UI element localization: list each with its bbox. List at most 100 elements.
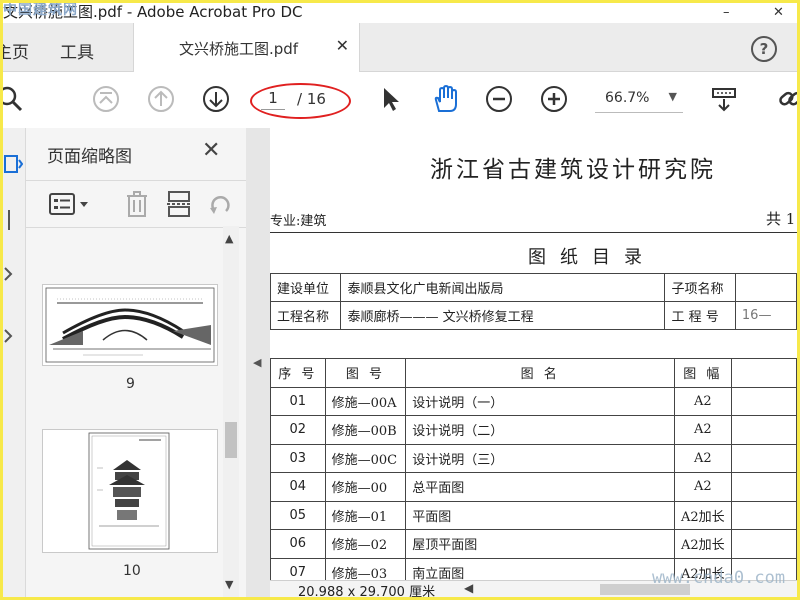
cell-no: 04 <box>270 472 326 502</box>
document-tab-label: 文兴桥施工图.pdf <box>179 40 299 58</box>
panel-scrollbar[interactable]: ▲ ▼ <box>223 226 239 597</box>
document-major: 专业:建筑 <box>270 214 327 229</box>
cell-name: 设计说明（三） <box>405 443 676 473</box>
close-panel-button[interactable]: ✕ <box>202 138 220 163</box>
table-row: 06 修施—02 屋顶平面图 A2加长 <box>270 529 797 559</box>
cell-extra <box>730 443 797 473</box>
directory-title: 图纸目录 <box>528 247 656 268</box>
header-name: 图 名 <box>405 358 676 388</box>
page-thumbnails-icon[interactable] <box>3 152 23 176</box>
panel-title: 页面缩略图 <box>47 147 132 167</box>
info-value <box>734 273 797 302</box>
cell-code: 修施—02 <box>324 529 407 559</box>
cell-name: 总平面图 <box>405 472 676 502</box>
zoom-out-icon[interactable] <box>484 84 514 114</box>
cell-extra <box>730 415 797 445</box>
cell-extra <box>730 386 797 416</box>
cell-name: 屋顶平面图 <box>405 529 676 559</box>
info-label: 子项名称 <box>664 273 736 302</box>
info-value: 16— <box>734 301 797 330</box>
table-row: 04 修施—00 总平面图 A2 <box>270 472 797 502</box>
info-label: 工程名称 <box>270 301 342 330</box>
cell-extra <box>730 529 797 559</box>
watermark-top: 中国建筑网 <box>3 3 78 18</box>
thumbnail-options-icon[interactable] <box>48 191 94 217</box>
minimize-button[interactable]: – <box>723 5 730 20</box>
search-icon[interactable] <box>3 84 25 114</box>
document-total: 共 1 <box>766 210 796 228</box>
scrollbar-thumb[interactable] <box>225 422 237 458</box>
select-cursor-icon[interactable] <box>376 84 406 114</box>
cell-no: 06 <box>270 529 326 559</box>
previous-page-icon[interactable] <box>146 84 176 114</box>
table-row: 建设单位 泰顺县文化广电新闻出版局 子项名称 <box>270 273 797 302</box>
cell-no: 01 <box>270 386 326 416</box>
panel-collapse-handle[interactable]: ◀ <box>246 128 270 597</box>
link-icon[interactable] <box>775 84 797 114</box>
page-size: 20.988 x 29.700 厘米 <box>298 585 436 597</box>
thumbnail-page-10[interactable] <box>42 429 218 553</box>
cell-code: 修施—00 <box>324 472 407 502</box>
info-value: 泰顺廊桥——— 文兴桥修复工程 <box>340 301 666 330</box>
cell-name: 设计说明（二） <box>405 415 676 445</box>
cell-no: 03 <box>270 443 326 473</box>
tab-tools[interactable]: 工具 <box>60 38 94 63</box>
cell-name: 平面图 <box>405 500 676 530</box>
insert-page-icon[interactable] <box>165 190 193 218</box>
rotate-page-icon[interactable] <box>206 190 234 218</box>
cell-extra <box>730 500 797 530</box>
cell-code: 修施—00B <box>324 415 407 445</box>
zoom-value: 66.7% <box>605 90 650 106</box>
header-rule <box>270 232 797 233</box>
thumbnail-panel: 页面缩略图 ✕ 9 10 ▲ ▼ <box>26 128 246 597</box>
close-window-button[interactable]: ✕ <box>773 5 784 20</box>
thumbnail-list: 9 10 ▲ ▼ <box>26 226 246 597</box>
table-row: 02 修施—00B 设计说明（二） A2 <box>270 415 797 445</box>
attachment-icon[interactable] <box>3 262 23 286</box>
table-row: 工程名称 泰顺廊桥——— 文兴桥修复工程 工 程 号 16— <box>270 301 797 330</box>
info-value: 泰顺县文化广电新闻出版局 <box>340 273 666 302</box>
chevron-down-icon: ▼ <box>668 90 677 103</box>
cell-code: 修施—01 <box>324 500 407 530</box>
toolbar: 1 / 16 66.7% ▼ <box>3 72 797 129</box>
table-row: 01 修施—00A 设计说明（一） A2 <box>270 386 797 416</box>
scroll-up-icon[interactable]: ▲ <box>225 232 233 245</box>
close-tab-button[interactable]: ✕ <box>336 36 349 55</box>
cell-size: A2加长 <box>674 529 732 559</box>
bookmark-icon[interactable] <box>3 208 23 232</box>
scroll-down-icon[interactable]: ▼ <box>225 578 233 591</box>
thumbnail-page-9[interactable] <box>42 284 218 366</box>
thumbnail-label-9: 9 <box>126 376 135 392</box>
zoom-select[interactable]: 66.7% ▼ <box>595 86 683 113</box>
title-bar: 文兴桥施工图.pdf - Adobe Acrobat Pro DC 中国建筑网 … <box>3 3 797 23</box>
cell-size: A2 <box>674 415 732 445</box>
panel-toolbar <box>26 180 246 228</box>
scroll-left-icon[interactable]: ◀ <box>464 581 473 595</box>
help-icon[interactable]: ? <box>751 36 777 62</box>
delete-page-icon[interactable] <box>123 190 151 218</box>
tab-home[interactable]: 主页 <box>3 38 29 63</box>
page-9-drawing <box>45 287 215 363</box>
thumbnail-label-10: 10 <box>123 563 141 579</box>
cell-size: A2 <box>674 472 732 502</box>
scroll-mode-icon[interactable] <box>709 84 739 114</box>
document-view[interactable]: 浙江省古建筑设计研究院 专业:建筑 共 1 图纸目录 建设单位 泰顺县文化广电新… <box>270 128 797 597</box>
document-org-title: 浙江省古建筑设计研究院 <box>430 157 716 183</box>
cell-size: A2 <box>674 443 732 473</box>
tab-document[interactable]: 文兴桥施工图.pdf ✕ <box>133 23 360 72</box>
cell-size: A2 <box>674 386 732 416</box>
header-code: 图 号 <box>324 358 407 388</box>
zoom-in-icon[interactable] <box>539 84 569 114</box>
layers-icon[interactable] <box>3 324 23 348</box>
first-page-icon[interactable] <box>91 84 121 114</box>
cell-no: 02 <box>270 415 326 445</box>
cell-no: 05 <box>270 500 326 530</box>
table-header-row: 序 号 图 号 图 名 图 幅 <box>270 358 797 388</box>
watermark-bottom: www.cnda0.com <box>652 568 786 588</box>
header-size: 图 幅 <box>674 358 732 388</box>
hand-tool-icon[interactable] <box>430 84 460 114</box>
table-row: 05 修施—01 平面图 A2加长 <box>270 500 797 530</box>
table-row: 03 修施—00C 设计说明（三） A2 <box>270 443 797 473</box>
next-page-icon[interactable] <box>201 84 231 114</box>
drawing-list-table: 序 号 图 号 图 名 图 幅 01 修施—00A 设计说明（一） A2 02 修施—00… <box>270 358 797 587</box>
